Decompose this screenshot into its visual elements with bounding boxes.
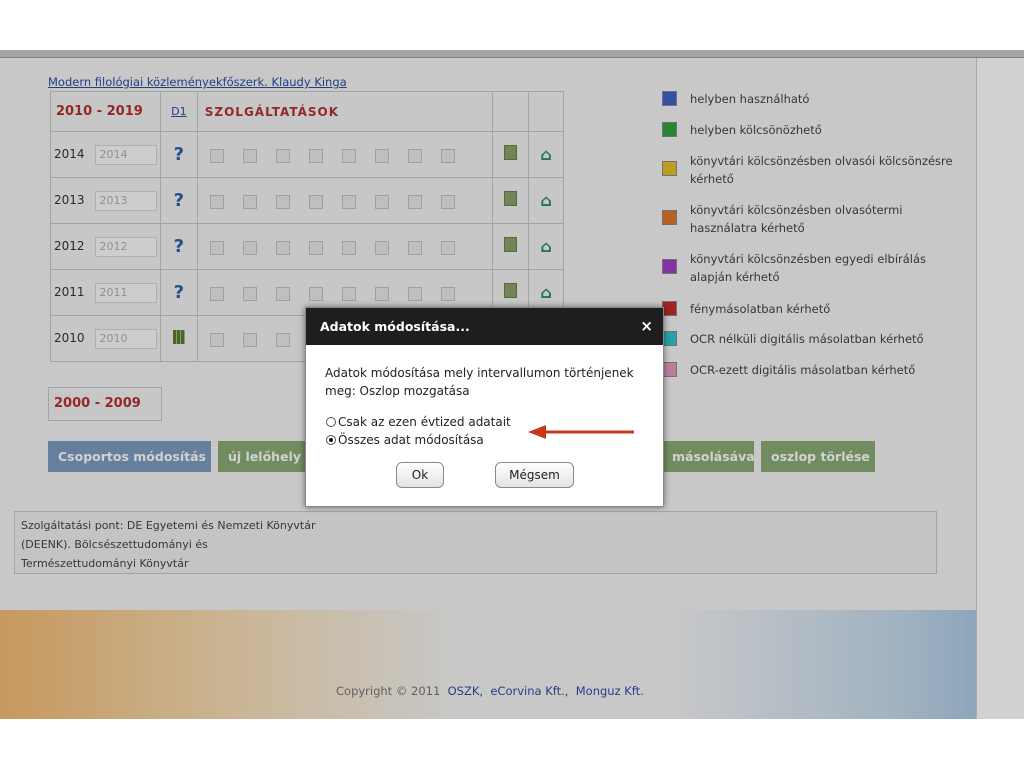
dialog-message: Adatok módosítása mely intervallumon tör… (325, 366, 634, 398)
modify-data-dialog: Adatok módosítása... × Adatok módosítása… (305, 307, 664, 507)
option-all-data-label: Összes adat módosítása (338, 433, 484, 447)
option-this-decade-label: Csak az ezen évtized adatait (338, 415, 511, 429)
red-arrow-annotation (528, 425, 634, 439)
radio-this-decade[interactable] (326, 417, 336, 427)
ok-button[interactable]: Ok (396, 462, 444, 488)
option-this-decade[interactable]: Csak az ezen évtized adatait (326, 414, 511, 430)
cancel-button[interactable]: Mégsem (495, 462, 574, 488)
option-all-data[interactable]: Összes adat módosítása (326, 432, 484, 448)
radio-all-data[interactable] (326, 435, 336, 445)
close-icon[interactable]: × (640, 308, 653, 345)
dialog-title: Adatok módosítása... (306, 308, 663, 345)
